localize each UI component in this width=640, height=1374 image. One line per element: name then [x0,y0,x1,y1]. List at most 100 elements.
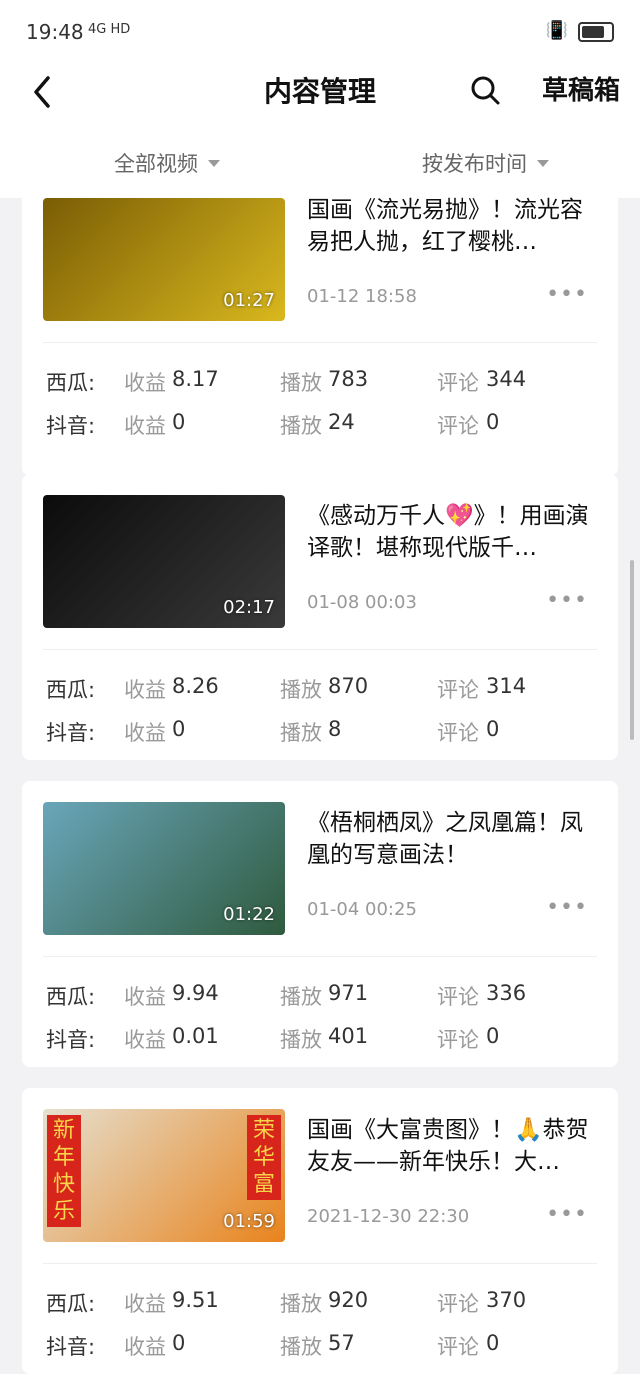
video-title[interactable]: 《梧桐栖凤》之凤凰篇！凤凰的写意画法！ [307,807,603,871]
video-date: 01-04 00:25 [307,899,417,920]
revenue-value: 0.01 [172,1024,219,1048]
comments-value: 336 [486,981,527,1005]
revenue-label: 收益 [124,1335,166,1359]
revenue-label: 收益 [124,414,166,438]
revenue-label: 收益 [124,985,166,1009]
revenue-value: 9.51 [172,1288,219,1312]
video-thumbnail[interactable]: 02:17 [43,495,285,628]
revenue-label: 收益 [124,1028,166,1052]
app-header: 内容管理 草稿箱 [0,62,640,122]
revenue-label: 收益 [124,371,166,395]
comments-value: 344 [486,367,527,391]
plays-label: 播放 [280,414,322,438]
sort-filter[interactable]: 按发布时间 [422,148,549,178]
video-duration: 02:17 [223,597,275,618]
video-thumbnail[interactable]: 01:27 [43,198,285,321]
plays-value: 920 [328,1288,369,1312]
plays-value: 8 [328,717,342,741]
video-card[interactable]: 新年快乐 荣华富 01:59 国画《大富贵图》！🙏恭贺友友——新年快乐！大… 2021-… [22,1088,618,1374]
platform-name: 抖音: [46,1028,96,1052]
video-card[interactable]: 02:17 《感动万千人💖》！用画演译歌！堪称现代版千… 01-08 00:03 ••… [22,474,618,760]
comments-label: 评论 [437,985,479,1009]
card-divider [43,956,597,957]
comments-label: 评论 [437,1292,479,1316]
plays-value: 971 [328,981,369,1005]
plays-label: 播放 [280,1028,322,1052]
comments-label: 评论 [437,721,479,745]
revenue-label: 收益 [124,678,166,702]
plays-label: 播放 [280,1292,322,1316]
plays-label: 播放 [280,1335,322,1359]
platform-name: 西瓜: [46,678,96,702]
comments-value: 0 [486,1331,500,1355]
video-duration: 01:59 [223,1211,275,1232]
caret-down-icon [537,159,549,167]
drafts-button[interactable]: 草稿箱 [542,70,620,107]
plays-value: 401 [328,1024,369,1048]
video-title[interactable]: 国画《大富贵图》！🙏恭贺友友——新年快乐！大… [307,1114,603,1178]
comments-label: 评论 [437,1335,479,1359]
status-time: 19:48 [26,20,84,44]
search-icon [471,76,500,105]
platform-name: 西瓜: [46,371,96,395]
signal-icon: 4G HD [88,22,131,37]
scrollbar[interactable] [630,560,634,740]
revenue-value: 0 [172,1331,186,1355]
stats-row: 抖音: 收益 0 播放 57 评论 0 [46,1331,606,1361]
stats-row: 抖音: 收益 0 播放 8 评论 0 [46,717,606,747]
thumbnail-banner-right: 荣华富 [247,1115,281,1200]
comments-value: 314 [486,674,527,698]
comments-label: 评论 [437,371,479,395]
platform-name: 西瓜: [46,985,96,1009]
comments-value: 370 [486,1288,527,1312]
search-button[interactable] [466,68,506,112]
plays-value: 24 [328,410,355,434]
revenue-value: 8.17 [172,367,219,391]
card-divider [43,342,597,343]
more-options-icon[interactable]: ••• [546,895,588,920]
video-type-filter-label: 全部视频 [114,152,198,176]
plays-label: 播放 [280,985,322,1009]
sort-filter-label: 按发布时间 [422,152,527,176]
video-duration: 01:27 [223,290,275,311]
revenue-label: 收益 [124,721,166,745]
stats-row: 西瓜: 收益 8.26 播放 870 评论 314 [46,674,606,704]
video-title[interactable]: 《感动万千人💖》！用画演译歌！堪称现代版千… [307,500,603,564]
revenue-value: 8.26 [172,674,219,698]
stats-row: 西瓜: 收益 8.17 播放 783 评论 344 [46,367,606,397]
video-type-filter[interactable]: 全部视频 [114,148,220,178]
comments-value: 0 [486,717,500,741]
comments-label: 评论 [437,678,479,702]
stats-row: 西瓜: 收益 9.51 播放 920 评论 370 [46,1288,606,1318]
more-options-icon[interactable]: ••• [546,1202,588,1227]
video-title[interactable]: 国画《流光易抛》！流光容易把人抛，红了樱桃… [307,194,603,258]
card-divider [43,649,597,650]
stats-row: 抖音: 收益 0.01 播放 401 评论 0 [46,1024,606,1054]
video-thumbnail[interactable]: 01:22 [43,802,285,935]
video-card[interactable]: 01:22 《梧桐栖凤》之凤凰篇！凤凰的写意画法！ 01-04 00:25 ••• 西瓜… [22,781,618,1067]
revenue-value: 0 [172,410,186,434]
comments-value: 0 [486,1024,500,1048]
video-date: 2021-12-30 22:30 [307,1206,470,1227]
video-date: 01-12 18:58 [307,286,417,307]
caret-down-icon [208,159,220,167]
video-card[interactable]: 01:27 国画《流光易抛》！流光容易把人抛，红了樱桃… 01-12 18:58 ••… [22,190,618,476]
comments-label: 评论 [437,414,479,438]
plays-value: 783 [328,367,369,391]
comments-value: 0 [486,410,500,434]
plays-label: 播放 [280,371,322,395]
plays-value: 870 [328,674,369,698]
comments-label: 评论 [437,1028,479,1052]
video-thumbnail[interactable]: 新年快乐 荣华富 01:59 [43,1109,285,1242]
thumbnail-banner-left: 新年快乐 [47,1115,81,1227]
more-options-icon[interactable]: ••• [546,282,588,307]
plays-label: 播放 [280,678,322,702]
more-options-icon[interactable]: ••• [546,588,588,613]
vibrate-icon: 📳 [545,20,568,41]
platform-name: 西瓜: [46,1292,96,1316]
card-divider [43,1263,597,1264]
platform-name: 抖音: [46,721,96,745]
platform-name: 抖音: [46,1335,96,1359]
plays-value: 57 [328,1331,355,1355]
filter-bar: 全部视频 按发布时间 [0,122,640,198]
